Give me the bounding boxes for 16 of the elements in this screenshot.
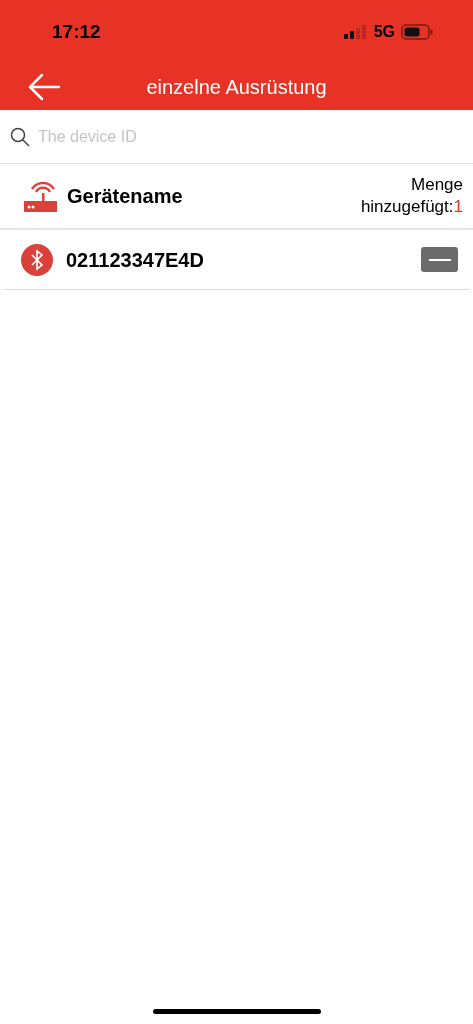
signal-icon <box>343 25 368 39</box>
minus-icon <box>428 258 451 261</box>
device-id: 021123347E4D <box>66 247 204 273</box>
bluetooth-icon <box>21 243 53 276</box>
added-label: hinzugefügt: <box>360 196 454 218</box>
device-name-label: Gerätename <box>67 184 183 209</box>
battery-icon <box>401 24 433 40</box>
quantity-label: Menge <box>411 174 463 196</box>
added-count: 1 <box>453 196 463 218</box>
search-field[interactable]: The device ID <box>38 124 463 149</box>
network-label: 5G <box>373 22 395 42</box>
router-icon <box>23 179 57 213</box>
search-icon <box>10 126 30 147</box>
remove-button[interactable] <box>421 247 458 272</box>
status-time: 17:12 <box>52 19 101 44</box>
page-title: einzelne Ausrüstung <box>146 75 327 100</box>
